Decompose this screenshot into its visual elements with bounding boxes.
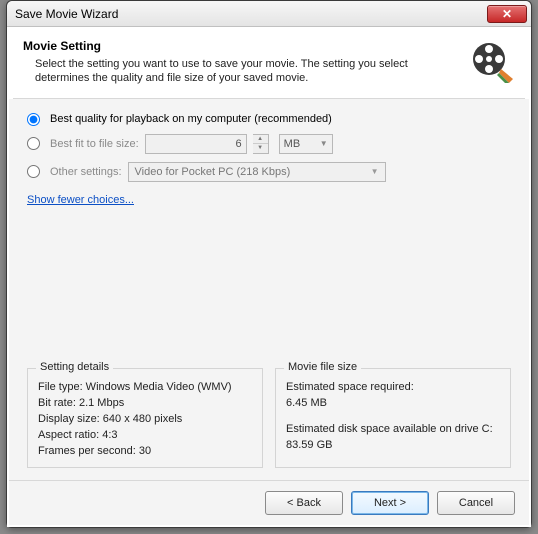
option-best-fit-radio[interactable]: Best fit to file size: <box>27 137 139 150</box>
titlebar[interactable]: Save Movie Wizard ✕ <box>7 1 531 27</box>
header-text: Movie Setting Select the setting you wan… <box>23 39 461 86</box>
radio-other[interactable] <box>27 165 40 178</box>
panel-title: Movie file size <box>284 361 361 373</box>
file-size-input[interactable]: 6 <box>145 134 247 154</box>
wizard-window: Save Movie Wizard ✕ Movie Setting Select… <box>6 0 532 528</box>
window-title: Save Movie Wizard <box>15 7 487 21</box>
file-size-value: 6 <box>236 138 242 150</box>
space-required-label: Estimated space required: <box>286 381 500 393</box>
back-button[interactable]: < Back <box>265 491 343 515</box>
chevron-down-icon[interactable]: ▼ <box>253 144 268 153</box>
header: Movie Setting Select the setting you wan… <box>9 29 529 98</box>
option-other-radio[interactable]: Other settings: <box>27 165 122 178</box>
file-size-spinner[interactable]: ▲ ▼ <box>253 134 269 154</box>
close-button[interactable]: ✕ <box>487 5 527 23</box>
option-label: Other settings: <box>50 166 122 178</box>
option-other: Other settings: Video for Pocket PC (218… <box>27 162 511 182</box>
chevron-down-icon: ▼ <box>320 139 328 148</box>
details-row: Setting details File type: Windows Media… <box>27 368 511 468</box>
other-settings-select[interactable]: Video for Pocket PC (218 Kbps) ▼ <box>128 162 386 182</box>
option-best-fit: Best fit to file size: 6 ▲ ▼ MB ▼ <box>27 134 511 154</box>
detail-fps: Frames per second: 30 <box>38 445 252 457</box>
page-title: Movie Setting <box>23 39 461 53</box>
detail-bit-rate: Bit rate: 2.1 Mbps <box>38 397 252 409</box>
option-label: Best quality for playback on my computer… <box>50 113 332 125</box>
other-settings-value: Video for Pocket PC (218 Kbps) <box>135 166 291 178</box>
radio-best-fit[interactable] <box>27 137 40 150</box>
detail-aspect: Aspect ratio: 4:3 <box>38 429 252 441</box>
next-button[interactable]: Next > <box>351 491 429 515</box>
detail-file-type: File type: Windows Media Video (WMV) <box>38 381 252 393</box>
chevron-up-icon[interactable]: ▲ <box>253 135 268 145</box>
space-required-value: 6.45 MB <box>286 397 500 409</box>
unit-select[interactable]: MB ▼ <box>279 134 333 154</box>
cancel-button[interactable]: Cancel <box>437 491 515 515</box>
option-best-quality[interactable]: Best quality for playback on my computer… <box>27 113 511 126</box>
option-label: Best fit to file size: <box>50 138 139 150</box>
page-desc: Select the setting you want to use to sa… <box>23 57 461 86</box>
detail-display-size: Display size: 640 x 480 pixels <box>38 413 252 425</box>
setting-details-panel: Setting details File type: Windows Media… <box>27 368 263 468</box>
body: Best quality for playback on my computer… <box>9 99 529 480</box>
show-fewer-link[interactable]: Show fewer choices... <box>27 194 511 206</box>
close-icon: ✕ <box>502 7 512 21</box>
unit-value: MB <box>284 138 301 150</box>
panel-title: Setting details <box>36 361 113 373</box>
chevron-down-icon: ▼ <box>371 167 379 176</box>
space-available-value: 83.59 GB <box>286 439 500 451</box>
movie-reel-icon <box>469 39 515 85</box>
radio-best-quality[interactable] <box>27 113 40 126</box>
space-available-label: Estimated disk space available on drive … <box>286 423 500 435</box>
spacer <box>27 206 511 368</box>
file-size-panel: Movie file size Estimated space required… <box>275 368 511 468</box>
button-bar: < Back Next > Cancel <box>9 480 529 525</box>
content: Movie Setting Select the setting you wan… <box>7 27 531 527</box>
